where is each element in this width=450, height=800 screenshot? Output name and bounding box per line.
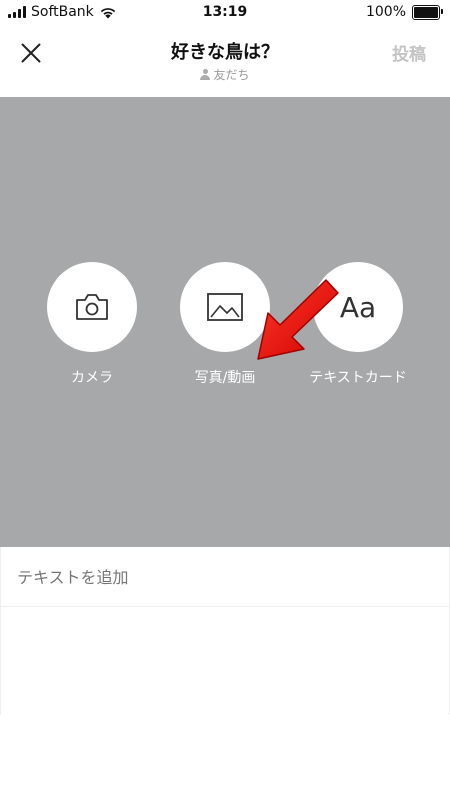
person-icon <box>200 69 211 80</box>
camera-button[interactable] <box>47 262 137 352</box>
camera-label: カメラ <box>71 370 113 386</box>
camera-icon <box>76 294 108 320</box>
text-card-icon: Aa <box>339 290 377 324</box>
annotation-arrow-icon <box>257 279 339 360</box>
photo-video-label: 写真/動画 <box>194 370 256 386</box>
media-area: カメラ 写真/動画 Aa テキストカード <box>0 97 450 547</box>
audience-selector[interactable]: 友だち <box>0 66 450 83</box>
page-title: 好きな鳥は？ <box>171 42 279 63</box>
text-card-label: テキストカード <box>309 370 407 386</box>
audience-label: 友だち <box>213 68 250 82</box>
header: 好きな鳥は？ 友だち 投稿 <box>0 26 450 98</box>
battery-fill <box>414 6 438 18</box>
text-area <box>0 547 450 715</box>
post-button[interactable]: 投稿 <box>392 40 426 65</box>
divider <box>1 606 450 607</box>
camera-option[interactable]: カメラ <box>32 262 152 387</box>
status-right: 100% <box>365 4 443 20</box>
status-bar: SoftBank 13:19 100% <box>0 0 450 26</box>
battery-icon <box>412 4 443 20</box>
image-icon <box>207 293 243 321</box>
battery-percent: 100% <box>365 4 406 20</box>
add-text-input[interactable] <box>15 567 439 588</box>
